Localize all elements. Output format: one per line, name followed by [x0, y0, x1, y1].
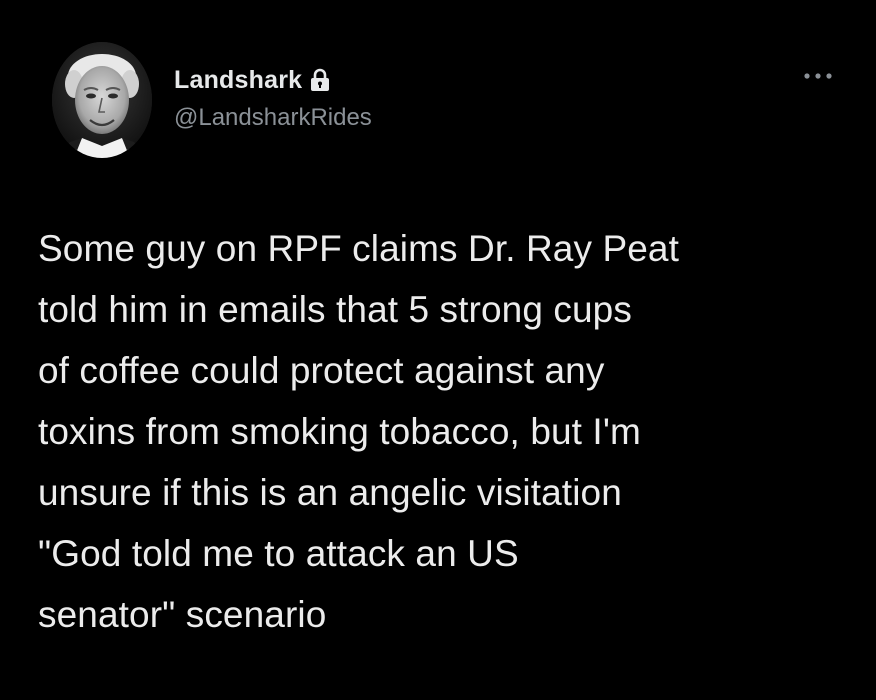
avatar[interactable]	[52, 42, 152, 158]
author-name-row[interactable]: Landshark	[174, 62, 331, 98]
tweet-text: Some guy on RPF claims Dr. Ray Peat told…	[38, 228, 679, 635]
display-name[interactable]: Landshark	[174, 66, 302, 95]
user-handle[interactable]: @LandsharkRides	[174, 104, 372, 132]
lock-icon	[309, 68, 331, 92]
more-options-icon[interactable]	[800, 66, 836, 86]
tweet-card: Landshark @LandsharkRides Some guy on RP…	[0, 0, 876, 700]
avatar-photo	[52, 42, 152, 158]
